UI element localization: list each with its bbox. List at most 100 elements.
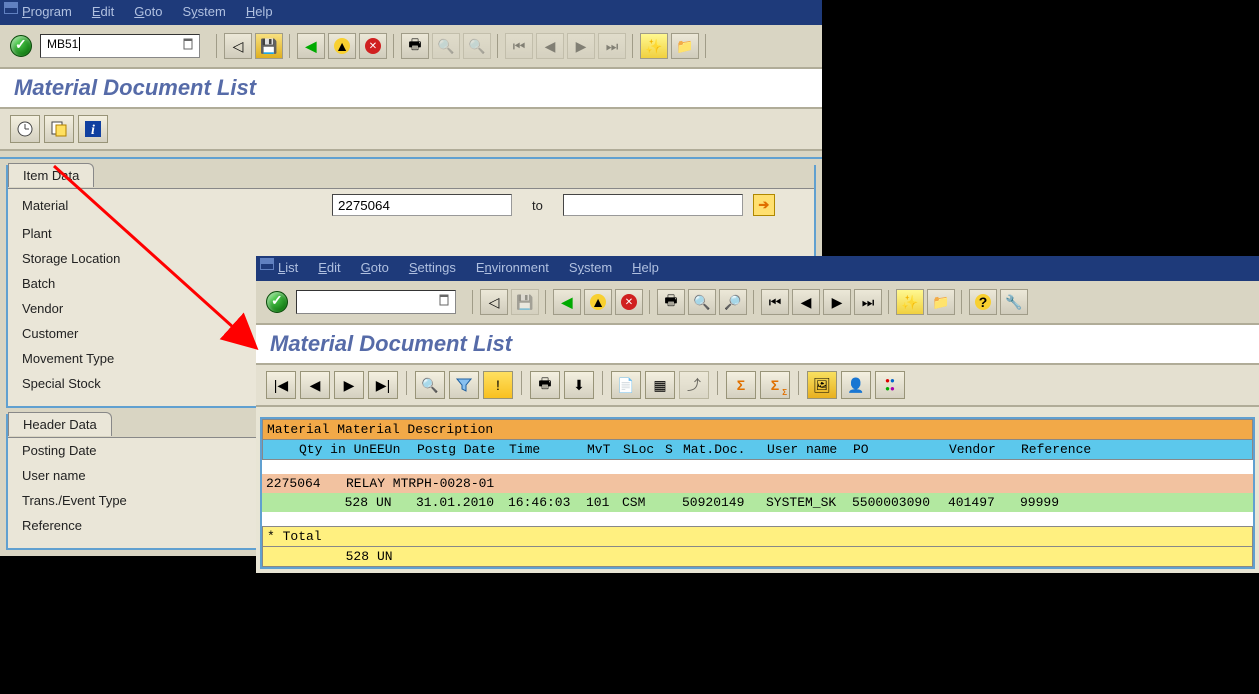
app-toolbar: i (0, 109, 822, 151)
create-shortcut-icon[interactable]: ✨ (640, 33, 668, 59)
next-page-icon[interactable]: ▶ (823, 289, 851, 315)
standard-toolbar: MB51 ◁ 💾 ◀ ▲ ✕ 🖶 🔍 🔍 ⏮ ◀ ▶ ⏭ ✨ 📁 (0, 25, 822, 69)
total-eun: UN (377, 549, 417, 564)
total-qty: 528 (267, 549, 377, 564)
material-low-input[interactable] (332, 194, 512, 216)
svg-text:i: i (91, 123, 95, 138)
export-icon[interactable]: ⬇ (564, 371, 594, 399)
menu-help[interactable]: Help (632, 260, 659, 275)
exit-yellow-icon[interactable]: ▲ (584, 289, 612, 315)
findnext-icon[interactable]: 🔎 (719, 289, 747, 315)
material-high-input[interactable] (563, 194, 743, 216)
dropdown-icon[interactable] (181, 37, 197, 55)
local-layout-icon[interactable]: 📁 (671, 33, 699, 59)
sap-corner-icon (4, 2, 18, 14)
menu-program[interactable]: Program (22, 4, 72, 19)
print-icon[interactable]: 🖶 (530, 371, 560, 399)
last-icon[interactable]: ▶| (368, 371, 398, 399)
total-value-row: 528 UN (262, 547, 1253, 567)
page-title: Material Document List (0, 69, 822, 109)
col-eun: EUn (377, 442, 417, 457)
help-icon[interactable]: ? (969, 289, 997, 315)
ok-icon[interactable] (266, 291, 288, 313)
info-icon[interactable]: i (78, 115, 108, 143)
detail-icon[interactable]: 🔍 (415, 371, 445, 399)
back-green-icon[interactable]: ◀ (553, 289, 581, 315)
menu-system[interactable]: System (569, 260, 612, 275)
back-green-icon[interactable]: ◀ (297, 33, 325, 59)
save-icon: 💾 (511, 289, 539, 315)
separator (472, 290, 473, 314)
print-icon[interactable]: 🖶 (657, 289, 685, 315)
header-row-2: Qty in UnE EUn Postg Date Time MvT SLoc … (262, 440, 1253, 460)
customize-icon[interactable]: 🔧 (1000, 289, 1028, 315)
menu-environment[interactable]: Environment (476, 260, 549, 275)
warning-icon[interactable]: ! (483, 371, 513, 399)
first-icon[interactable]: |◀ (266, 371, 296, 399)
val-time: 16:46:03 (508, 495, 586, 510)
data-row[interactable]: 528 UN 31.01.2010 16:46:03 101 CSM 50920… (262, 493, 1253, 512)
ok-icon[interactable] (10, 35, 32, 57)
to-label: to (532, 198, 543, 213)
total-label: * Total (267, 529, 322, 544)
create-shortcut-icon[interactable]: ✨ (896, 289, 924, 315)
multiple-selection-icon[interactable]: ➔ (753, 194, 775, 216)
cancel-red-icon[interactable]: ✕ (359, 33, 387, 59)
menu-goto[interactable]: Goto (134, 4, 162, 19)
col-time: Time (509, 442, 587, 457)
exit-yellow-icon[interactable]: ▲ (328, 33, 356, 59)
prev-page-icon[interactable]: ◀ (792, 289, 820, 315)
item-data-tab[interactable]: Item Data (8, 163, 94, 187)
back-icon[interactable]: ◁ (480, 289, 508, 315)
first-icon: ⏮ (505, 33, 533, 59)
col-ref: Reference (1021, 442, 1101, 457)
menu-list[interactable]: List (278, 260, 298, 275)
spacer (262, 512, 1253, 526)
val-eun: UN (376, 495, 416, 510)
menu-edit[interactable]: Edit (92, 4, 114, 19)
material-header-row[interactable]: 2275064 RELAY MTRPH-0028-01 (262, 474, 1253, 493)
user-icon[interactable]: 👤 (841, 371, 871, 399)
filter-icon[interactable] (449, 371, 479, 399)
cancel-red-icon[interactable]: ✕ (615, 289, 643, 315)
menu-system[interactable]: System (182, 4, 225, 19)
last-icon: ⏭ (598, 33, 626, 59)
val-ref: 99999 (1020, 495, 1100, 510)
col-vendor: Vendor (949, 442, 1021, 457)
menubar: List Edit Goto Settings Environment Syst… (278, 260, 1251, 275)
separator (632, 34, 633, 58)
dropdown-icon[interactable] (437, 293, 453, 311)
menu-edit[interactable]: Edit (318, 260, 340, 275)
next-icon[interactable]: ▶ (334, 371, 364, 399)
titlebar: List Edit Goto Settings Environment Syst… (256, 256, 1259, 281)
first-page-icon[interactable]: ⏮ (761, 289, 789, 315)
command-field[interactable] (296, 290, 456, 314)
sigma-icon[interactable]: Σ (726, 371, 756, 399)
last-page-icon[interactable]: ⏭ (854, 289, 882, 315)
print-icon[interactable]: 🖶 (401, 33, 429, 59)
separator (406, 371, 407, 395)
back-icon[interactable]: ◁ (224, 33, 252, 59)
menu-help[interactable]: Help (246, 4, 273, 19)
save-icon[interactable]: 💾 (255, 33, 283, 59)
subtotal-icon[interactable]: ΣΣ (760, 371, 790, 399)
val-matdoc: 50920149 (682, 495, 766, 510)
separator (705, 34, 706, 58)
menu-goto[interactable]: Goto (361, 260, 389, 275)
local-layout-icon[interactable]: 📁 (927, 289, 955, 315)
header-data-tab[interactable]: Header Data (8, 412, 112, 436)
get-variant-icon[interactable] (44, 115, 74, 143)
menu-settings[interactable]: Settings (409, 260, 456, 275)
val-pdate: 31.01.2010 (416, 495, 508, 510)
change-layout-icon[interactable]: ▦ (645, 371, 675, 399)
prev-icon[interactable]: ◀ (300, 371, 330, 399)
graphic-icon[interactable]: 🖼 (807, 371, 837, 399)
separator (602, 371, 603, 395)
field-row-material: Material to ➔ (22, 189, 800, 221)
choose-layout-icon[interactable]: 📄 (611, 371, 641, 399)
save-layout-icon[interactable]: ⤴ (679, 371, 709, 399)
execute-icon[interactable] (10, 115, 40, 143)
abc-icon[interactable]: ●●●● (875, 371, 905, 399)
find-icon[interactable]: 🔍 (688, 289, 716, 315)
command-field[interactable]: MB51 (40, 34, 200, 58)
